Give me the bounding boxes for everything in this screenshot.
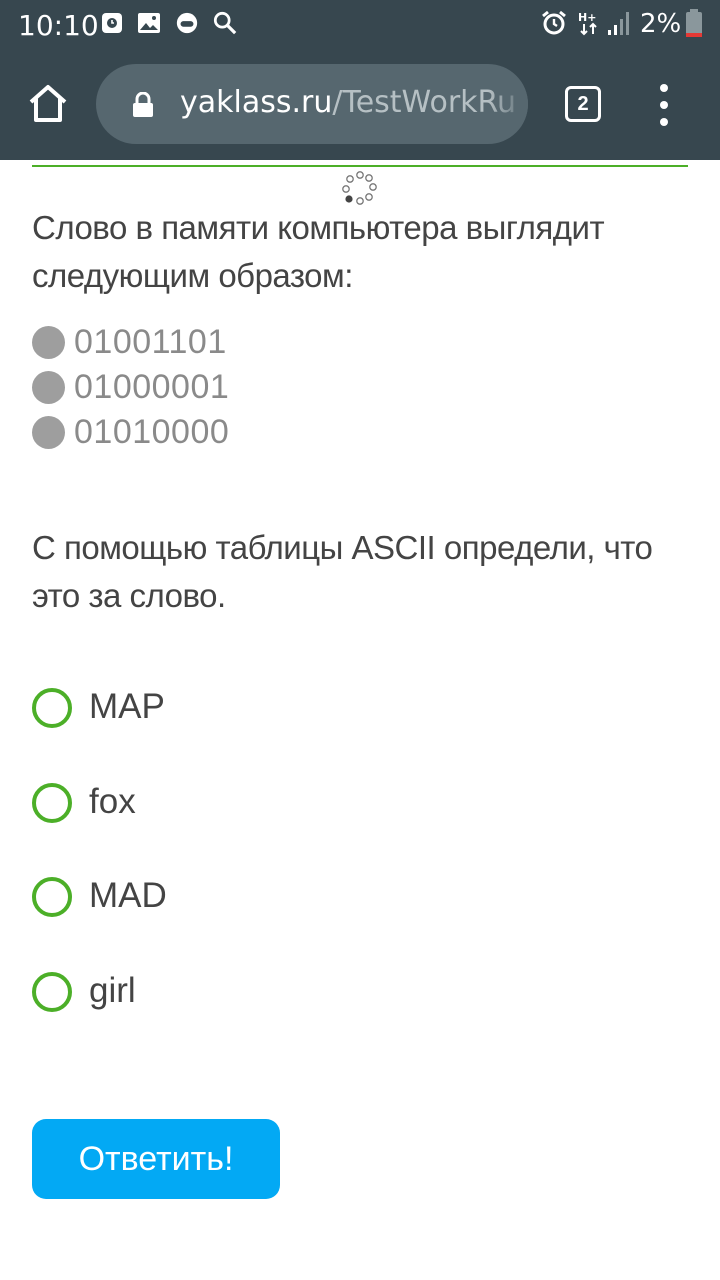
option-label: fox — [89, 781, 136, 821]
url-fade — [488, 64, 528, 144]
option-label: MAD — [89, 876, 167, 915]
answer-options: MAP fox MAD girl — [32, 685, 167, 1063]
answer-option-mad[interactable]: MAD — [32, 874, 167, 969]
answer-option-map[interactable]: MAP — [32, 685, 167, 780]
bullet-icon — [32, 371, 65, 404]
svg-text:H+: H+ — [578, 11, 596, 24]
battery-icon — [684, 9, 704, 37]
byte-item: 01010000 — [32, 410, 229, 455]
signal-icon — [606, 11, 632, 35]
byte-item: 01001101 — [32, 320, 229, 365]
browser-toolbar: yaklass.ru/TestWorkRu 2 — [0, 50, 720, 160]
overflow-menu-icon[interactable] — [654, 84, 674, 126]
gallery-icon — [137, 11, 161, 35]
byte-value: 01000001 — [74, 368, 230, 406]
tab-switcher-button[interactable]: 2 — [565, 86, 601, 122]
status-time: 10:10 — [18, 9, 99, 42]
url-host: yaklass.ru — [180, 85, 333, 120]
byte-item: 01000001 — [32, 365, 229, 410]
radio-button[interactable] — [32, 688, 72, 728]
answer-option-girl[interactable]: girl — [32, 969, 167, 1064]
alarm-app-icon — [100, 11, 124, 35]
radio-button[interactable] — [32, 971, 72, 1012]
option-label: girl — [89, 970, 136, 1010]
battery-percent: 2% — [640, 9, 682, 39]
byte-value: 01001101 — [74, 323, 227, 361]
data-hplus-icon: H+ — [578, 11, 600, 36]
bullet-icon — [32, 416, 65, 449]
search-icon — [213, 11, 237, 35]
status-bar: 10:10 H+ 2% — [0, 0, 720, 50]
radio-button[interactable] — [32, 782, 72, 823]
home-icon[interactable] — [26, 82, 70, 126]
url-text: yaklass.ru/TestWorkRu — [180, 85, 516, 120]
question-text: Слово в памяти компьютера выглядит следу… — [32, 209, 605, 294]
option-label: MAP — [89, 687, 165, 726]
byte-value: 01010000 — [74, 413, 230, 451]
byte-list: 01001101 01000001 01010000 — [32, 320, 229, 455]
game-icon — [175, 11, 199, 35]
answer-option-fox[interactable]: fox — [32, 780, 167, 875]
progress-divider — [32, 165, 688, 167]
instruction-text: С помощью таблицы ASCII определи, что эт… — [32, 529, 653, 614]
submit-answer-button[interactable]: Ответить! — [32, 1119, 280, 1199]
alarm-clock-icon — [540, 10, 568, 35]
radio-button[interactable] — [32, 877, 72, 917]
tab-count: 2 — [577, 92, 589, 115]
lock-icon — [132, 91, 154, 117]
url-bar[interactable]: yaklass.ru/TestWorkRu — [96, 64, 528, 144]
bullet-icon — [32, 326, 65, 359]
